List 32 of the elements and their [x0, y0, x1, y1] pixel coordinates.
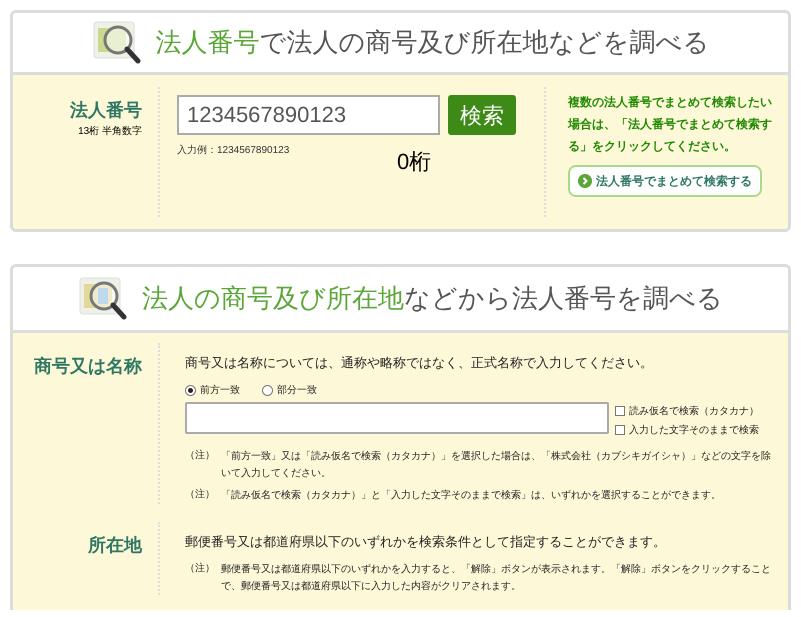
field-description: 商号又は名称については、通称や略称ではなく、正式名称で入力してください。: [185, 354, 654, 372]
note-marker: （注）: [185, 562, 216, 576]
field-label: 所在地: [88, 534, 142, 556]
note-marker: （注）: [185, 448, 216, 462]
radio-button[interactable]: [185, 384, 196, 396]
radio-label: 前方一致: [200, 384, 240, 398]
radio-button[interactable]: [262, 384, 273, 396]
digit-count: 0桁: [397, 148, 432, 176]
search-button[interactable]: 検索: [448, 95, 516, 135]
title-text: などから法人番号を調べる: [404, 283, 723, 313]
checkbox[interactable]: [615, 425, 625, 435]
bulk-search-button[interactable]: 法人番号でまとめて検索する: [568, 165, 762, 197]
title-highlight: 法人の商号及び所在地: [142, 283, 404, 313]
checkbox-label: 入力した文字そのままで検索: [629, 424, 759, 438]
radio-label: 部分一致: [277, 384, 317, 398]
field-hint: 13桁 半角数字: [78, 124, 142, 139]
checkbox-label: 読み仮名で検索（カタカナ）: [629, 404, 759, 418]
note-marker: （注）: [185, 488, 216, 502]
field-label: 商号又は名称: [34, 355, 142, 378]
title-text: で法人の商号及び所在地などを調べる: [260, 27, 710, 57]
number-input[interactable]: 1234567890123: [177, 95, 440, 135]
title-highlight: 法人番号: [156, 27, 260, 57]
checkbox[interactable]: [615, 406, 625, 416]
note-text: 「前方一致」又は「読み仮名で検索（カタカナ）」を選択した場合は、「株式会社（カブシキガイシャ）」などの文字を除いて入力してください。: [221, 450, 772, 480]
note-text: 郵便番号又は都道府県以下のいずれかを入力すると、「解除」ボタンが表示されます。「解除」ボタンをクリックすることで、郵便番号又は都道府県以下に入力した内容がクリアされます。: [221, 562, 772, 594]
field-description: 郵便番号又は都道府県以下のいずれかを検索条件として指定することができます。: [185, 532, 667, 551]
field-label: 法人番号: [70, 99, 142, 122]
note-text: 「読み仮名で検索（カタカナ）」と「入力した文字そのままで検索」は、いずれかを選択することができます。: [221, 488, 721, 502]
input-example: 入力例：1234567890123: [177, 144, 290, 158]
name-input[interactable]: [185, 402, 609, 434]
chevron-icon: [578, 174, 592, 188]
bulk-search-note: 複数の法人番号でまとめて検索したい場合は、「法人番号でまとめて検索する」をクリックしてください。: [568, 94, 773, 155]
